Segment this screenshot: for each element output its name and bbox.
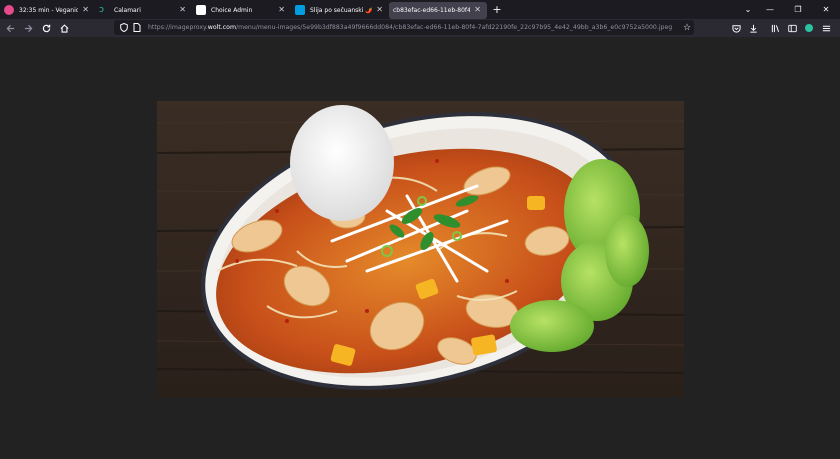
url-domain: wolt.com (207, 24, 236, 31)
account-avatar (805, 24, 813, 32)
address-bar[interactable]: https://imageproxy.wolt.com/menu/menu-im… (114, 20, 694, 35)
close-icon[interactable]: ✕ (278, 6, 285, 14)
tab-title: Calamari (114, 6, 141, 14)
tab-title: Choice Admin (211, 6, 253, 14)
close-icon[interactable]: ✕ (474, 6, 481, 14)
hamburger-menu-icon[interactable] (818, 20, 834, 36)
close-icon[interactable]: ✕ (179, 6, 186, 14)
sidebar-icon[interactable] (784, 20, 800, 36)
url-prefix: https://imageproxy. (148, 24, 208, 31)
reload-icon[interactable] (38, 20, 54, 36)
tab-favicon (4, 5, 14, 15)
tab-veganio[interactable]: 32:35 min - Veganio, Veganio - Veganio, … (0, 2, 95, 19)
downloads-icon[interactable] (745, 20, 761, 36)
url-text[interactable]: https://imageproxy.wolt.com/menu/menu-im… (148, 24, 680, 31)
food-photo[interactable] (157, 101, 684, 397)
navigation-toolbar: https://imageproxy.wolt.com/menu/menu-im… (0, 19, 840, 37)
url-path: /menu/menu-images/5e99b3df883a49f9666dd0… (235, 24, 673, 31)
library-icon[interactable] (767, 20, 783, 36)
back-arrow-icon[interactable] (2, 20, 18, 36)
tab-favicon (295, 5, 305, 15)
toolbar-buttons (727, 20, 834, 36)
window-controls: ⌄ — ❐ ✕ (740, 0, 840, 19)
tab-calamari[interactable]: ↄ Calamari ✕ (95, 2, 192, 19)
page-info-icon[interactable] (131, 22, 142, 33)
forward-arrow-icon[interactable] (20, 20, 36, 36)
new-tab-button[interactable]: + (489, 2, 505, 18)
list-all-tabs-icon[interactable]: ⌄ (740, 0, 756, 19)
account-icon[interactable] (801, 20, 817, 36)
tab-favicon: ↄ (99, 5, 104, 15)
bookmark-star-icon[interactable]: ☆ (680, 23, 694, 33)
image-viewer (0, 37, 840, 459)
close-icon[interactable]: ✕ (376, 6, 383, 14)
tab-title: 32:35 min - Veganio, Veganio - Veganio, … (19, 6, 79, 14)
tab-strip: 32:35 min - Veganio, Veganio - Veganio, … (0, 0, 840, 19)
home-icon[interactable] (56, 20, 72, 36)
restore-icon[interactable]: ❐ (784, 0, 812, 19)
tab-title: cb83efac-ed66-11eb-80f4-7afd22190fe (393, 6, 471, 14)
minimize-icon[interactable]: — (756, 0, 784, 19)
tab-choice-admin[interactable]: Choice Admin ✕ (192, 2, 291, 19)
pocket-icon[interactable] (728, 20, 744, 36)
tab-slija[interactable]: Slija po sečuanski 🌶️🌶️🌶️ (1, 4) ✕ (291, 2, 389, 19)
tab-favicon (196, 5, 206, 15)
tracking-shield-icon[interactable] (118, 22, 129, 33)
tab-title: Slija po sečuanski 🌶️🌶️🌶️ (1, 4) (310, 6, 373, 14)
window-close-icon[interactable]: ✕ (812, 0, 840, 19)
tab-image-active[interactable]: cb83efac-ed66-11eb-80f4-7afd22190fe ✕ (389, 1, 487, 19)
close-icon[interactable]: ✕ (82, 6, 89, 14)
